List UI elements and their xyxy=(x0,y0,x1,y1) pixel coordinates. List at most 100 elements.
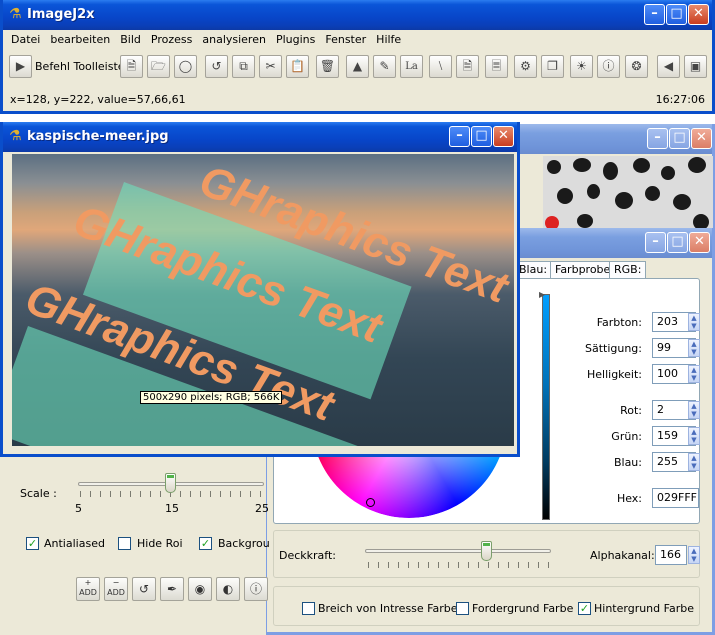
background-label: Backgrou xyxy=(218,537,270,550)
menu-plugins[interactable]: Plugins xyxy=(272,31,321,46)
toolbar: ▶ Befehl Toolleiste 🗎 🗁 ◯ ↺ ⧉ ✂ 📋 🗑 ▲ ✎ … xyxy=(7,53,708,83)
menu-datei[interactable]: Datei xyxy=(7,31,46,46)
text-tool-icon[interactable]: La xyxy=(400,55,423,78)
background-checkbox[interactable]: ✓ xyxy=(578,602,591,615)
brightness-marker-icon[interactable]: ▶ xyxy=(539,290,545,299)
close-button[interactable]: ✕ xyxy=(493,126,514,147)
undo-icon[interactable]: ↺ xyxy=(132,577,156,601)
blau-spinner[interactable]: ▲ ▼ xyxy=(688,453,700,471)
add-button[interactable]: + ADD xyxy=(76,577,100,601)
button-row: + ADD − ADD ↺ ✒ ◉ ◐ ⓘ xyxy=(74,577,268,605)
rot-label: Rot: xyxy=(620,404,642,417)
status-bar: x=128, y=222, value=57,66,61 16:27:06 xyxy=(7,92,708,108)
arrow-left-icon[interactable]: ◀ xyxy=(657,55,680,78)
background-checkbox[interactable]: ✓ xyxy=(199,537,212,550)
alphakanal-spinner[interactable]: ▲ ▼ xyxy=(688,546,700,564)
minimize-button[interactable]: – xyxy=(645,232,666,253)
image-window-title: kaspische-meer.jpg xyxy=(27,129,169,144)
status-time: 16:27:06 xyxy=(655,93,705,106)
run-command-icon[interactable]: ▶ xyxy=(9,55,32,78)
menu-bearbeiten[interactable]: bearbeiten xyxy=(46,31,116,46)
antialiased-checkbox[interactable]: ✓ xyxy=(26,537,39,550)
copy-icon[interactable]: ⧉ xyxy=(232,55,255,78)
new-file-icon[interactable]: 🗎 xyxy=(120,55,143,78)
menu-analysieren[interactable]: analysieren xyxy=(198,31,272,46)
maximize-button[interactable]: □ xyxy=(471,126,492,147)
scale-tick-label: 25 xyxy=(255,502,269,515)
info-icon[interactable]: ⓘ xyxy=(244,577,268,601)
main-title: ImageJ2x xyxy=(27,7,95,22)
saettigung-label: Sättigung: xyxy=(584,342,642,355)
undo-icon[interactable]: ↺ xyxy=(205,55,228,78)
close-button[interactable]: ✕ xyxy=(691,128,712,149)
brightness-bar[interactable] xyxy=(542,294,550,520)
hide-roi-checkbox[interactable] xyxy=(118,537,131,550)
menu-hilfe[interactable]: Hilfe xyxy=(372,31,407,46)
saettigung-spinner[interactable]: ▲ ▼ xyxy=(688,339,700,357)
hide-roi-label: Hide Roi xyxy=(137,537,183,550)
opacity-track[interactable] xyxy=(365,549,551,553)
document-icon[interactable]: 🗎 xyxy=(456,55,479,78)
camera-icon[interactable]: ▣ xyxy=(684,55,707,78)
main-titlebar[interactable]: ⚗ ImageJ2x – □ ✕ xyxy=(3,0,712,30)
menu-fenster[interactable]: Fenster xyxy=(321,31,372,46)
foreground-checkbox[interactable] xyxy=(456,602,469,615)
close-button[interactable]: ✕ xyxy=(689,232,710,253)
main-window: ⚗ ImageJ2x – □ ✕ Datei bearbeiten Bild Proz… xyxy=(0,0,715,114)
minimize-button[interactable]: – xyxy=(644,4,665,25)
eye-closed-icon[interactable]: ◐ xyxy=(216,577,240,601)
remove-button[interactable]: − ADD xyxy=(104,577,128,601)
circle-tool-icon[interactable]: ◯ xyxy=(174,55,197,78)
tab-farbprobe[interactable]: Farbprobe xyxy=(550,261,616,278)
open-folder-icon[interactable]: 🗁 xyxy=(147,55,170,78)
minimize-button[interactable]: – xyxy=(647,128,668,149)
farbton-spinner[interactable]: ▲ ▼ xyxy=(688,313,700,331)
page-icon[interactable]: 🗏 xyxy=(485,55,508,78)
rot-spinner[interactable]: ▲ ▼ xyxy=(688,401,700,419)
scale-label: Scale : xyxy=(20,487,57,500)
hex-field[interactable]: 029FFF xyxy=(652,488,699,508)
pencil-icon[interactable]: ✎ xyxy=(373,55,396,78)
dial-icon[interactable]: ❂ xyxy=(625,55,648,78)
lightbulb-icon[interactable]: ☀ xyxy=(570,55,593,78)
helligkeit-spinner[interactable]: ▲ ▼ xyxy=(688,365,700,383)
hex-label: Hex: xyxy=(616,492,642,505)
menu-prozess[interactable]: Prozess xyxy=(147,31,198,46)
maximize-button[interactable]: □ xyxy=(669,128,690,149)
antialiased-label: Antialiased xyxy=(44,537,105,550)
roi-color-label: Breich von Intresse Farbe xyxy=(318,602,458,615)
eye-icon[interactable]: ◉ xyxy=(188,577,212,601)
eyedropper-icon[interactable]: ✒ xyxy=(160,577,184,601)
settings-icon[interactable]: ⚙ xyxy=(514,55,537,78)
wheel-cursor[interactable] xyxy=(366,498,375,507)
farbton-label: Farbton: xyxy=(596,316,642,329)
tab-rgb[interactable]: RGB: xyxy=(609,261,647,278)
scale-slider[interactable] xyxy=(165,473,176,493)
menu-bar: Datei bearbeiten Bild Prozess analysieren Plu… xyxy=(7,31,708,50)
image-window-titlebar[interactable]: ⚗ kaspische-meer.jpg – □ ✕ xyxy=(3,122,517,152)
toolbar-label: Befehl Toolleiste xyxy=(35,60,125,73)
foreground-label: Fordergrund Farbe xyxy=(472,602,574,615)
alphakanal-field[interactable]: 166 xyxy=(655,545,687,565)
scale-tick-label: 15 xyxy=(165,502,179,515)
menu-bild[interactable]: Bild xyxy=(116,31,147,46)
deckkraft-label: Deckkraft: xyxy=(279,549,336,562)
windows-icon[interactable]: ❐ xyxy=(541,55,564,78)
fill-icon[interactable]: ▲ xyxy=(346,55,369,78)
microscope-icon: ⚗ xyxy=(9,6,22,22)
opacity-slider[interactable] xyxy=(481,541,492,561)
minimize-button[interactable]: – xyxy=(449,126,470,147)
paste-icon[interactable]: 📋 xyxy=(286,55,309,78)
info-icon[interactable]: ⓘ xyxy=(597,55,620,78)
image-canvas[interactable]: GHraphics Text GHraphics Text GHraphics … xyxy=(12,154,514,446)
maximize-button[interactable]: □ xyxy=(666,4,687,25)
close-button[interactable]: ✕ xyxy=(688,4,709,25)
maximize-button[interactable]: □ xyxy=(667,232,688,253)
line-tool-icon[interactable]: ⧵ xyxy=(429,55,452,78)
cut-icon[interactable]: ✂ xyxy=(259,55,282,78)
delete-icon[interactable]: 🗑 xyxy=(316,55,339,78)
roi-color-checkbox[interactable] xyxy=(302,602,315,615)
gruen-spinner[interactable]: ▲ ▼ xyxy=(688,427,700,445)
blau-label: Blau: xyxy=(613,456,642,469)
status-coordinates: x=128, y=222, value=57,66,61 xyxy=(10,93,186,106)
